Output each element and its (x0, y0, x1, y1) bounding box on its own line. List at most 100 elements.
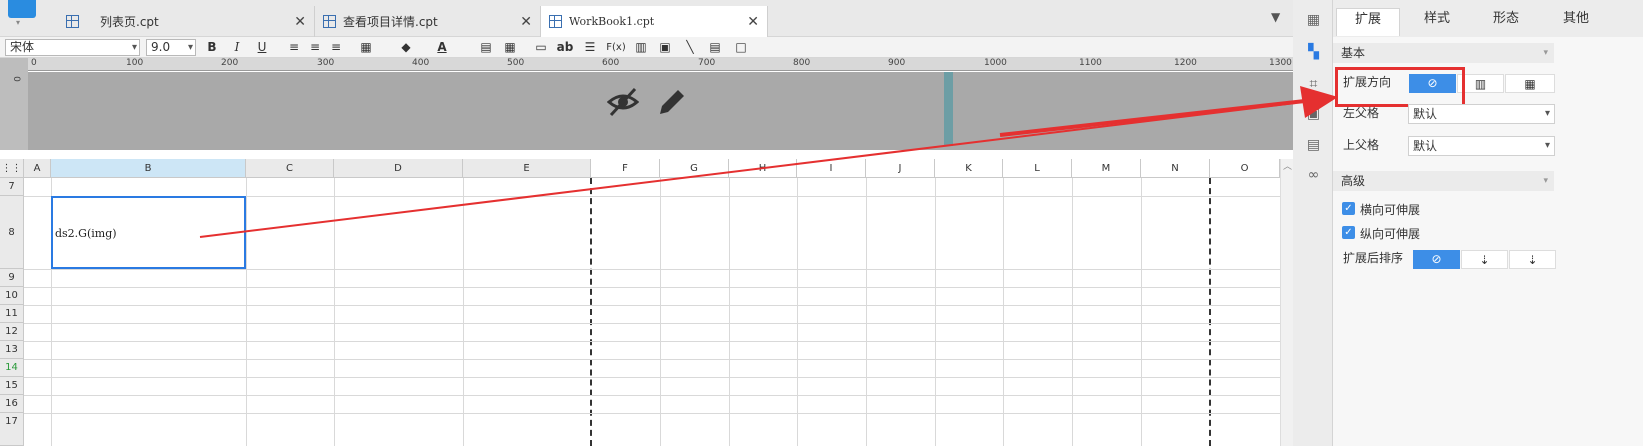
insert-row-icon[interactable]: ▭ (532, 39, 550, 56)
column-header[interactable]: O (1210, 159, 1280, 178)
ruler-tick: 500 (507, 58, 525, 68)
select-all-corner[interactable]: ⋮⋮ (0, 159, 24, 178)
column-header[interactable]: H (729, 159, 797, 178)
underline-button[interactable]: U (253, 39, 271, 56)
cell-properties-icon[interactable]: ▚ (1305, 44, 1322, 60)
highlight-box (1335, 67, 1465, 107)
column-header[interactable]: G (660, 159, 729, 178)
close-icon[interactable]: ✕ (520, 14, 532, 30)
border-icon[interactable]: ▦ (357, 39, 375, 56)
column-header[interactable]: L (1003, 159, 1072, 178)
unmerge-icon[interactable]: ▦ (501, 39, 519, 56)
wrap-text-button[interactable]: ab (556, 39, 574, 56)
column-header[interactable]: K (935, 159, 1003, 178)
cell-b8-value[interactable]: ds2.G(img) (55, 227, 117, 240)
sort-descending-icon[interactable]: ⇣ (1509, 250, 1556, 269)
expand-horizontal-icon[interactable]: ▦ (1505, 74, 1555, 93)
document-tab-bar: ▾ 列表页.cpt ✕ 查看项目详情.cpt ✕ WorkBook1.cpt ✕… (0, 0, 1293, 37)
subreport-icon[interactable]: ▤ (706, 39, 724, 56)
column-header[interactable]: M (1072, 159, 1141, 178)
slash-icon[interactable]: ╲ (681, 39, 699, 56)
font-family-select[interactable]: 宋体 ▾ (5, 39, 140, 56)
grid-icon (66, 15, 79, 28)
template-icon[interactable]: ▦ (1305, 12, 1322, 28)
upper-parent-select[interactable]: 默认 ▾ (1408, 136, 1555, 156)
image-icon[interactable]: ▣ (656, 39, 674, 56)
close-icon[interactable]: ✕ (747, 14, 759, 30)
page-break-line (1209, 178, 1211, 446)
row-header[interactable]: 16 (0, 395, 24, 413)
eye-hidden-icon[interactable] (607, 86, 639, 118)
font-size-value: 9.0 (151, 40, 171, 54)
row-header[interactable]: 15 (0, 377, 24, 395)
sort-none-button[interactable]: ⊘ (1413, 250, 1460, 269)
vertical-scrollbar[interactable]: ︿ (1280, 159, 1293, 446)
align-center-icon[interactable]: ≡ (306, 39, 324, 56)
crop-icon[interactable]: ⌗ (1305, 76, 1322, 92)
app-logo-icon[interactable] (8, 0, 36, 18)
chevron-down-icon[interactable]: ▾ (16, 18, 20, 27)
ruler-tick: 300 (317, 58, 335, 68)
widget-icon[interactable]: ▣ (1305, 106, 1322, 122)
row-header[interactable]: 11 (0, 305, 24, 323)
h-expandable-checkbox[interactable]: ✓ (1342, 202, 1355, 215)
column-header[interactable]: C (246, 159, 334, 178)
tab-label: 查看项目详情.cpt (343, 15, 438, 29)
vertical-ruler: 0 (0, 58, 28, 150)
italic-button[interactable]: I (228, 39, 246, 56)
upper-parent-label: 上父格 (1343, 138, 1380, 152)
close-icon[interactable]: ✕ (294, 14, 306, 30)
ruler-tick: 1000 (984, 58, 1007, 68)
condition-icon[interactable]: ▤ (1305, 137, 1322, 153)
left-parent-value: 默认 (1413, 107, 1438, 121)
row-header[interactable]: 9 (0, 269, 24, 287)
column-header[interactable]: A (24, 159, 51, 178)
column-header[interactable]: F (591, 159, 660, 178)
grid-line (1072, 178, 1073, 446)
tab-workbook1[interactable]: WorkBook1.cpt ✕ (541, 6, 768, 37)
scroll-up-icon[interactable]: ︿ (1283, 159, 1292, 172)
formula-button[interactable]: F(x) (604, 39, 628, 56)
grid-line (1003, 178, 1004, 446)
edit-pencil-icon[interactable] (656, 86, 686, 118)
column-header[interactable]: I (797, 159, 866, 178)
tab-project-detail[interactable]: 查看项目详情.cpt ✕ (315, 6, 541, 37)
row-header[interactable]: 12 (0, 323, 24, 341)
row-header[interactable]: 14 (0, 359, 24, 377)
row-header[interactable]: 13 (0, 341, 24, 359)
column-header[interactable]: D (334, 159, 463, 178)
row-header[interactable]: 8 (0, 196, 24, 269)
font-size-select[interactable]: 9.0 ▾ (146, 39, 196, 56)
bold-button[interactable]: B (203, 39, 221, 56)
fill-color-icon[interactable]: ◆ (397, 39, 415, 56)
text-color-button[interactable]: A (433, 39, 451, 56)
row-header[interactable]: 10 (0, 287, 24, 305)
left-parent-select[interactable]: 默认 ▾ (1408, 104, 1555, 124)
tab-expand[interactable]: 扩展 (1336, 8, 1400, 36)
text-align-icon[interactable]: ☰ (581, 39, 599, 56)
v-expandable-checkbox[interactable]: ✓ (1342, 226, 1355, 239)
link-icon[interactable]: ∞ (1305, 167, 1322, 183)
column-header-selected[interactable]: B (51, 159, 246, 178)
column-header[interactable]: E (463, 159, 591, 178)
chart-icon[interactable]: ▥ (632, 39, 650, 56)
sort-ascending-icon[interactable]: ⇣ (1461, 250, 1508, 269)
tab-shape[interactable]: 形态 (1474, 8, 1538, 36)
row-header[interactable]: 17 (0, 413, 24, 446)
column-header[interactable]: N (1141, 159, 1210, 178)
align-right-icon[interactable]: ≡ (327, 39, 345, 56)
section-basic[interactable]: 基本 ▾ (1333, 43, 1554, 63)
tab-style[interactable]: 样式 (1405, 8, 1469, 36)
ruler-tick: 700 (698, 58, 716, 68)
section-advanced[interactable]: 高级 ▾ (1333, 171, 1554, 191)
tab-other[interactable]: 其他 (1544, 8, 1608, 36)
tab-menu-icon[interactable]: ▼ (1271, 10, 1280, 24)
grid-line (866, 178, 867, 446)
row-header[interactable]: 7 (0, 178, 24, 196)
align-left-icon[interactable]: ≡ (285, 39, 303, 56)
column-header[interactable]: J (866, 159, 935, 178)
merge-icon[interactable]: ▤ (477, 39, 495, 56)
tab-list-page[interactable]: 列表页.cpt ✕ (58, 6, 315, 37)
report-grid[interactable]: ⋮⋮ A B C D E F G H I J K L M N O 7 8 9 1… (0, 159, 1280, 446)
cell-element-icon[interactable]: □ (732, 39, 750, 56)
